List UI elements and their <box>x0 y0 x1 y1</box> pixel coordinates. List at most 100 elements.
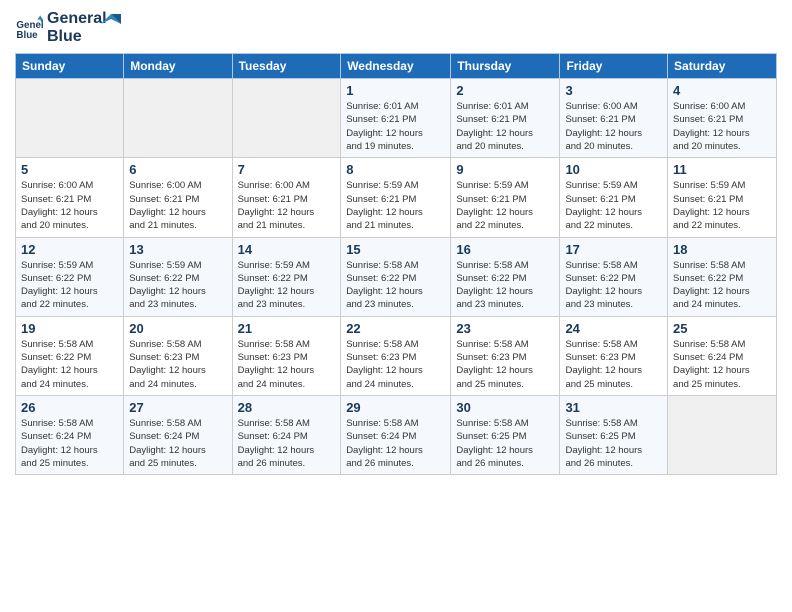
day-info: Sunrise: 5:58 AM Sunset: 6:24 PM Dayligh… <box>346 417 445 470</box>
day-number: 21 <box>238 321 336 336</box>
day-info: Sunrise: 5:58 AM Sunset: 6:22 PM Dayligh… <box>673 259 771 312</box>
day-info: Sunrise: 5:58 AM Sunset: 6:25 PM Dayligh… <box>456 417 554 470</box>
logo-icon: General Blue <box>15 14 43 42</box>
day-info: Sunrise: 5:58 AM Sunset: 6:23 PM Dayligh… <box>346 338 445 391</box>
day-cell: 13 Sunrise: 5:59 AM Sunset: 6:22 PM Dayli… <box>124 237 232 316</box>
day-cell: 29 Sunrise: 5:58 AM Sunset: 6:24 PM Dayli… <box>341 395 451 474</box>
day-number: 19 <box>21 321 118 336</box>
day-number: 8 <box>346 162 445 177</box>
day-cell: 30 Sunrise: 5:58 AM Sunset: 6:25 PM Dayli… <box>451 395 560 474</box>
day-cell: 17 Sunrise: 5:58 AM Sunset: 6:22 PM Dayli… <box>560 237 668 316</box>
day-info: Sunrise: 5:59 AM Sunset: 6:22 PM Dayligh… <box>21 259 118 312</box>
day-info: Sunrise: 5:58 AM Sunset: 6:25 PM Dayligh… <box>565 417 662 470</box>
day-info: Sunrise: 5:58 AM Sunset: 6:22 PM Dayligh… <box>456 259 554 312</box>
day-cell: 11 Sunrise: 5:59 AM Sunset: 6:21 PM Dayli… <box>668 158 777 237</box>
day-cell: 19 Sunrise: 5:58 AM Sunset: 6:22 PM Dayli… <box>16 316 124 395</box>
weekday-thursday: Thursday <box>451 54 560 79</box>
day-info: Sunrise: 5:58 AM Sunset: 6:24 PM Dayligh… <box>673 338 771 391</box>
day-cell: 5 Sunrise: 6:00 AM Sunset: 6:21 PM Daylig… <box>16 158 124 237</box>
day-number: 11 <box>673 162 771 177</box>
svg-text:Blue: Blue <box>16 29 38 40</box>
day-cell: 18 Sunrise: 5:58 AM Sunset: 6:22 PM Dayli… <box>668 237 777 316</box>
day-cell: 2 Sunrise: 6:01 AM Sunset: 6:21 PM Daylig… <box>451 79 560 158</box>
day-info: Sunrise: 5:58 AM Sunset: 6:24 PM Dayligh… <box>21 417 118 470</box>
day-number: 29 <box>346 400 445 415</box>
day-info: Sunrise: 6:00 AM Sunset: 6:21 PM Dayligh… <box>129 179 226 232</box>
day-cell: 20 Sunrise: 5:58 AM Sunset: 6:23 PM Dayli… <box>124 316 232 395</box>
day-info: Sunrise: 5:58 AM Sunset: 6:23 PM Dayligh… <box>565 338 662 391</box>
page: General Blue General Blue SundayMondayTu… <box>0 0 792 490</box>
day-number: 3 <box>565 83 662 98</box>
day-number: 12 <box>21 242 118 257</box>
day-info: Sunrise: 5:58 AM Sunset: 6:23 PM Dayligh… <box>238 338 336 391</box>
day-number: 31 <box>565 400 662 415</box>
day-number: 17 <box>565 242 662 257</box>
day-info: Sunrise: 6:01 AM Sunset: 6:21 PM Dayligh… <box>346 100 445 153</box>
day-number: 27 <box>129 400 226 415</box>
day-cell: 3 Sunrise: 6:00 AM Sunset: 6:21 PM Daylig… <box>560 79 668 158</box>
day-info: Sunrise: 5:58 AM Sunset: 6:24 PM Dayligh… <box>238 417 336 470</box>
day-cell: 12 Sunrise: 5:59 AM Sunset: 6:22 PM Dayli… <box>16 237 124 316</box>
day-number: 26 <box>21 400 118 415</box>
logo-arrow-icon <box>101 14 121 34</box>
day-number: 14 <box>238 242 336 257</box>
week-row-1: 1 Sunrise: 6:01 AM Sunset: 6:21 PM Daylig… <box>16 79 777 158</box>
day-cell: 7 Sunrise: 6:00 AM Sunset: 6:21 PM Daylig… <box>232 158 341 237</box>
day-info: Sunrise: 5:58 AM Sunset: 6:23 PM Dayligh… <box>456 338 554 391</box>
day-cell: 24 Sunrise: 5:58 AM Sunset: 6:23 PM Dayli… <box>560 316 668 395</box>
day-info: Sunrise: 6:00 AM Sunset: 6:21 PM Dayligh… <box>21 179 118 232</box>
day-cell: 28Sunrise: 5:58 AM Sunset: 6:24 PM Dayli… <box>232 395 341 474</box>
day-number: 6 <box>129 162 226 177</box>
day-info: Sunrise: 5:59 AM Sunset: 6:21 PM Dayligh… <box>346 179 445 232</box>
day-cell <box>16 79 124 158</box>
weekday-tuesday: Tuesday <box>232 54 341 79</box>
logo: General Blue General Blue <box>15 10 121 45</box>
day-info: Sunrise: 5:58 AM Sunset: 6:22 PM Dayligh… <box>21 338 118 391</box>
week-row-4: 19 Sunrise: 5:58 AM Sunset: 6:22 PM Dayli… <box>16 316 777 395</box>
day-number: 9 <box>456 162 554 177</box>
day-info: Sunrise: 5:59 AM Sunset: 6:21 PM Dayligh… <box>673 179 771 232</box>
day-number: 23 <box>456 321 554 336</box>
day-info: Sunrise: 6:00 AM Sunset: 6:21 PM Dayligh… <box>238 179 336 232</box>
day-number: 15 <box>346 242 445 257</box>
day-number: 7 <box>238 162 336 177</box>
weekday-saturday: Saturday <box>668 54 777 79</box>
day-info: Sunrise: 5:59 AM Sunset: 6:22 PM Dayligh… <box>129 259 226 312</box>
day-number: 13 <box>129 242 226 257</box>
day-info: Sunrise: 5:58 AM Sunset: 6:22 PM Dayligh… <box>346 259 445 312</box>
logo-line2: Blue <box>47 28 107 46</box>
week-row-2: 5 Sunrise: 6:00 AM Sunset: 6:21 PM Daylig… <box>16 158 777 237</box>
day-cell: 26 Sunrise: 5:58 AM Sunset: 6:24 PM Dayli… <box>16 395 124 474</box>
day-number: 16 <box>456 242 554 257</box>
calendar-table: SundayMondayTuesdayWednesdayThursdayFrid… <box>15 53 777 475</box>
day-info: Sunrise: 5:58 AM Sunset: 6:24 PM Dayligh… <box>129 417 226 470</box>
day-info: Sunrise: 5:59 AM Sunset: 6:21 PM Dayligh… <box>565 179 662 232</box>
weekday-sunday: Sunday <box>16 54 124 79</box>
week-row-5: 26 Sunrise: 5:58 AM Sunset: 6:24 PM Dayli… <box>16 395 777 474</box>
day-cell: 1 Sunrise: 6:01 AM Sunset: 6:21 PM Daylig… <box>341 79 451 158</box>
day-number: 24 <box>565 321 662 336</box>
day-info: Sunrise: 6:00 AM Sunset: 6:21 PM Dayligh… <box>565 100 662 153</box>
day-number: 2 <box>456 83 554 98</box>
day-info: Sunrise: 5:58 AM Sunset: 6:22 PM Dayligh… <box>565 259 662 312</box>
day-info: Sunrise: 5:59 AM Sunset: 6:21 PM Dayligh… <box>456 179 554 232</box>
day-info: Sunrise: 6:01 AM Sunset: 6:21 PM Dayligh… <box>456 100 554 153</box>
day-info: Sunrise: 5:58 AM Sunset: 6:23 PM Dayligh… <box>129 338 226 391</box>
day-cell: 25 Sunrise: 5:58 AM Sunset: 6:24 PM Dayli… <box>668 316 777 395</box>
day-cell: 14 Sunrise: 5:59 AM Sunset: 6:22 PM Dayli… <box>232 237 341 316</box>
day-number: 1 <box>346 83 445 98</box>
day-number: 18 <box>673 242 771 257</box>
day-cell: 21 Sunrise: 5:58 AM Sunset: 6:23 PM Dayli… <box>232 316 341 395</box>
day-info: Sunrise: 5:59 AM Sunset: 6:22 PM Dayligh… <box>238 259 336 312</box>
day-cell: 15 Sunrise: 5:58 AM Sunset: 6:22 PM Dayli… <box>341 237 451 316</box>
day-cell: 9 Sunrise: 5:59 AM Sunset: 6:21 PM Daylig… <box>451 158 560 237</box>
day-cell: 4Sunrise: 6:00 AM Sunset: 6:21 PM Daylig… <box>668 79 777 158</box>
day-number: 5 <box>21 162 118 177</box>
day-cell: 16 Sunrise: 5:58 AM Sunset: 6:22 PM Dayli… <box>451 237 560 316</box>
day-cell: 22Sunrise: 5:58 AM Sunset: 6:23 PM Dayli… <box>341 316 451 395</box>
day-number: 30 <box>456 400 554 415</box>
day-info: Sunrise: 6:00 AM Sunset: 6:21 PM Dayligh… <box>673 100 771 153</box>
day-number: 20 <box>129 321 226 336</box>
day-number: 25 <box>673 321 771 336</box>
weekday-monday: Monday <box>124 54 232 79</box>
